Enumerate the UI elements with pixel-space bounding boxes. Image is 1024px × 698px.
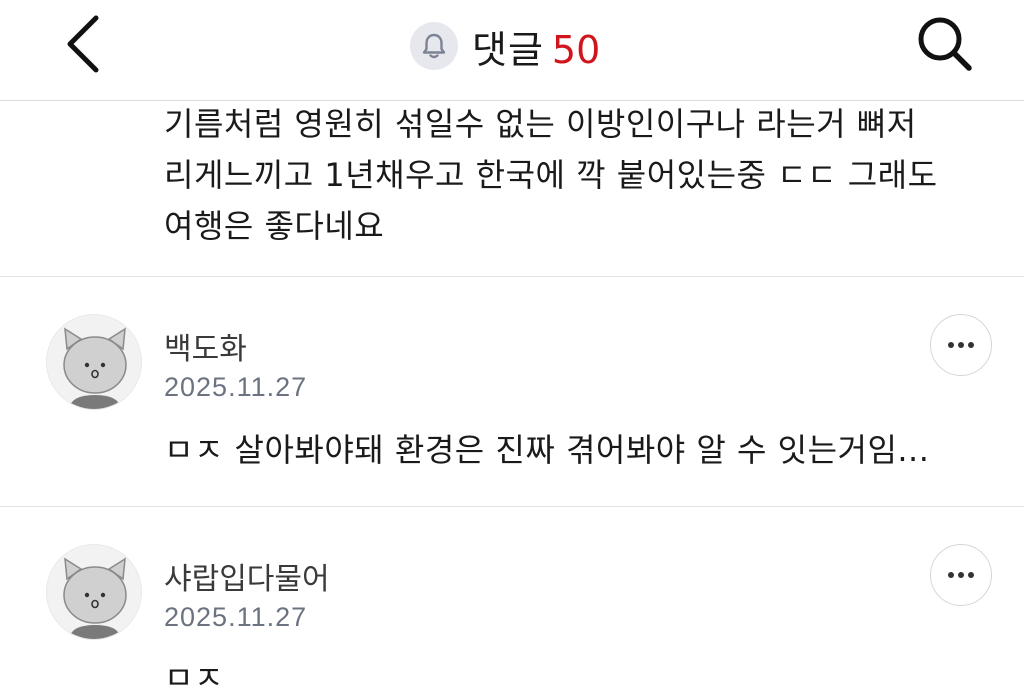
search-icon — [918, 17, 972, 71]
avatar[interactable] — [46, 544, 142, 640]
more-options-button[interactable] — [930, 314, 992, 376]
chevron-left-icon — [67, 15, 99, 73]
comment-item: 샤랍입다물어 2025.11.27 ㅁㅈ — [0, 506, 1024, 698]
notification-bell-button[interactable] — [410, 22, 458, 70]
page-title: 댓글 — [472, 27, 544, 72]
comment-date: 2025.11.27 — [164, 602, 308, 632]
avatar[interactable] — [46, 314, 142, 410]
cat-avatar-icon — [47, 545, 141, 639]
comment-username[interactable]: 샤랍입다물어 — [164, 554, 330, 598]
comment-line: 기름처럼 영원히 섞일수 없는 이방인이구나 라는거 뼈저 — [164, 105, 917, 143]
back-button[interactable] — [52, 12, 112, 76]
comment-text: ㅁㅈ — [164, 659, 224, 697]
comment-line: 리게느끼고 1년채우고 한국에 깍 붙어있는중 ㄷㄷ 그래도 — [164, 156, 938, 194]
comment-count: 50 — [551, 27, 601, 72]
bell-icon — [422, 33, 446, 59]
header-title-group: 댓글 50 — [410, 18, 600, 74]
comment-username[interactable]: 백도화 — [164, 324, 247, 368]
header-bar: 댓글 50 — [0, 0, 1024, 101]
more-horizontal-icon — [948, 572, 974, 578]
cat-avatar-icon — [47, 315, 141, 409]
comment-item: 백도화 2025.11.27 ㅁㅈ 살아봐야돼 환경은 진짜 겪어봐야 알 수 … — [0, 276, 1024, 506]
more-horizontal-icon — [948, 342, 974, 348]
comment-line: 여행은 좋다네요 — [164, 207, 385, 245]
comment-text: ㅁㅈ 살아봐야돼 환경은 진짜 겪어봐야 알 수 잇는거임... — [164, 431, 930, 469]
more-options-button[interactable] — [930, 544, 992, 606]
comment-text-continued: 기름처럼 영원히 섞일수 없는 이방인이구나 라는거 뼈저 리게느끼고 1년채우… — [164, 98, 984, 250]
comment-date: 2025.11.27 — [164, 372, 308, 402]
comments-page: 댓글 50 기름처럼 영원히 섞일수 없는 이방인이구나 라는거 뼈저 리게느끼고… — [0, 0, 1024, 698]
search-button[interactable] — [908, 10, 980, 78]
